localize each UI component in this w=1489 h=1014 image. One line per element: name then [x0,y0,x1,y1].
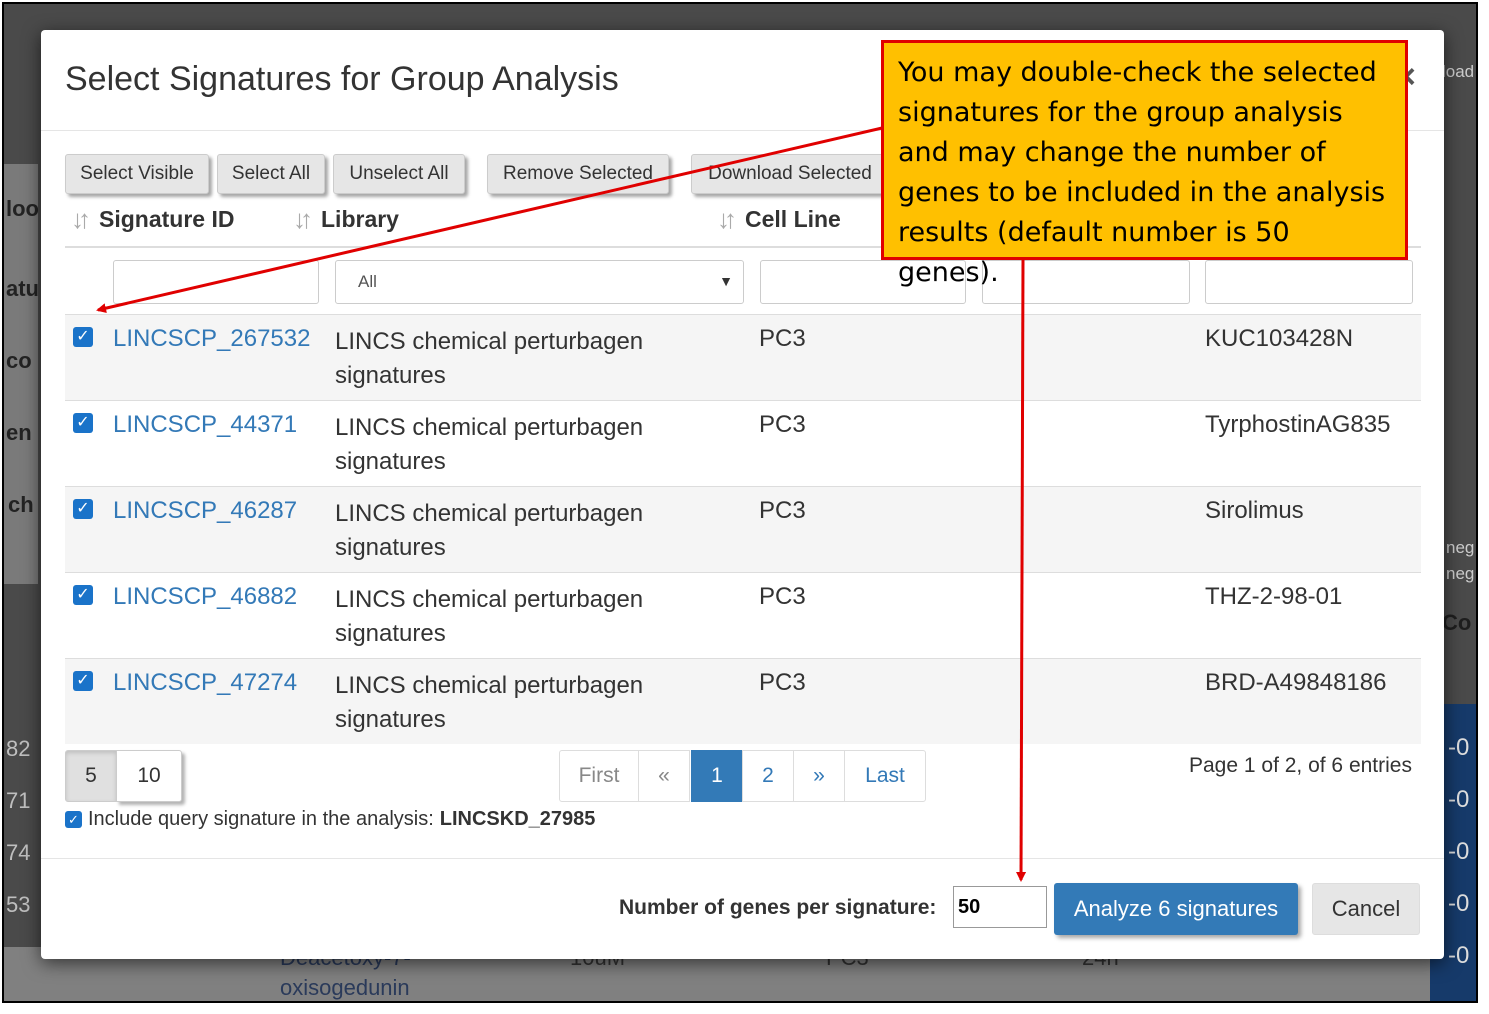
arrow-to-checkbox [96,126,883,314]
annotation-arrows [96,126,1027,882]
arrow-to-genes-input [1016,259,1027,882]
